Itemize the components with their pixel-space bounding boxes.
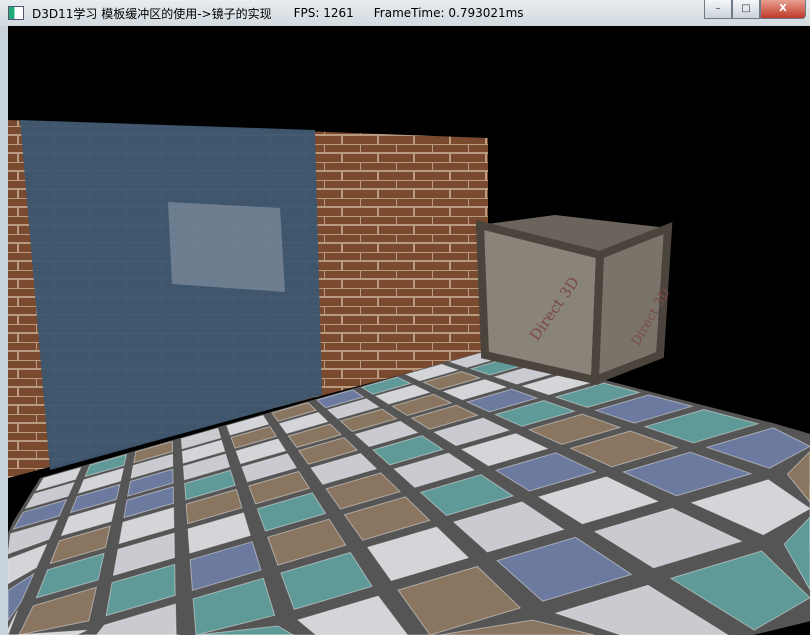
fps-readout: FPS: 1261: [293, 6, 354, 20]
frame-time-readout: FrameTime: 0.793021ms: [373, 6, 524, 20]
window-title: D3D11学习 模板缓冲区的使用->镜子的实现: [32, 6, 272, 21]
mirror-reflection-crate: [168, 202, 285, 292]
title-bar[interactable]: D3D11学习 模板缓冲区的使用->镜子的实现 FPS: 1261 FrameT…: [0, 0, 810, 26]
close-button[interactable]: X: [760, 0, 806, 19]
minimize-button[interactable]: –: [704, 0, 732, 19]
app-window: D3D11学习 模板缓冲区的使用->镜子的实现 FPS: 1261 FrameT…: [0, 0, 810, 635]
scene: Direct 3D Direct 3D: [8, 120, 810, 635]
render-viewport[interactable]: Direct 3D Direct 3D: [8, 26, 810, 635]
crate-front: [475, 219, 605, 385]
maximize-button[interactable]: □: [732, 0, 760, 19]
app-icon: [8, 6, 24, 20]
